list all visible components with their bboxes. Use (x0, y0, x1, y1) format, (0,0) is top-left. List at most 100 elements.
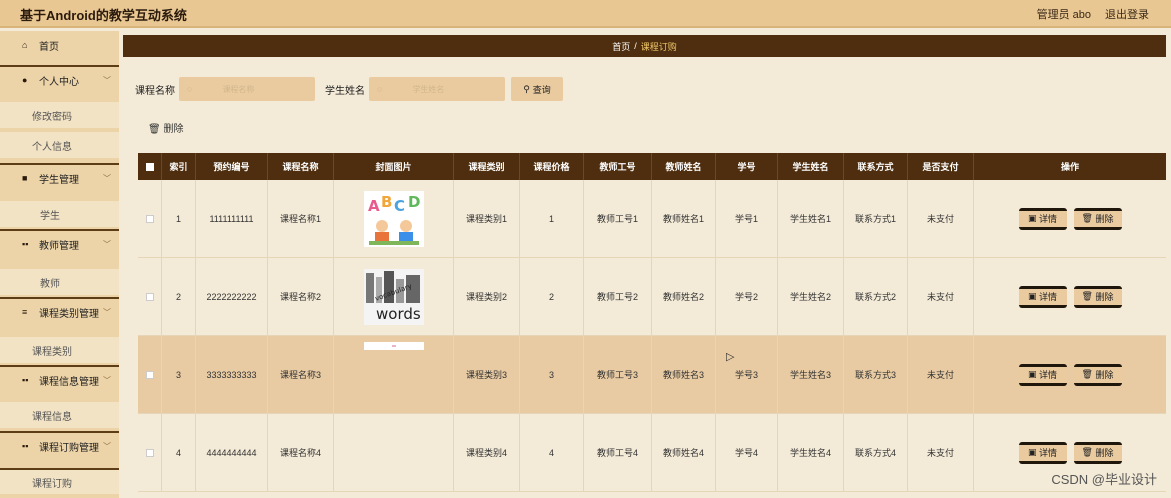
trash-icon: 🗑 (148, 124, 161, 135)
col-header: 索引 (162, 153, 196, 180)
bulk-delete-label: 删除 (163, 124, 184, 135)
col-header: 操作 (1060, 162, 1079, 172)
cell-price: 2 (520, 258, 584, 335)
col-header: 预约编号 (196, 153, 268, 180)
cell-cover: A B C D (334, 180, 454, 257)
course-name-input[interactable]: ○ 课程名称 (179, 77, 315, 101)
col-header: 联系方式 (844, 153, 908, 180)
query-button[interactable]: ⚲ 查询 (511, 77, 563, 101)
course-name-label: 课程名称 (135, 85, 175, 97)
student-name-input[interactable]: ○ 学生姓名 (369, 77, 505, 101)
cell-category: 课程类别1 (454, 180, 520, 257)
detail-button[interactable]: ▣ 详情 (1018, 363, 1067, 386)
sidebar-label: 教师管理 (39, 240, 79, 252)
sidebar-item-personal-info[interactable]: 个人信息 (0, 132, 119, 158)
select-all-checkbox[interactable] (138, 153, 162, 180)
sidebar-label: 教师 (40, 278, 60, 290)
cell-order-no: 1111111111 (196, 180, 268, 257)
cell-teacher: 教师姓名3 (652, 336, 716, 413)
col-header: 封面图片 (334, 153, 454, 180)
row-checkbox[interactable] (138, 180, 162, 257)
cell-price: 4 (520, 414, 584, 491)
row-checkbox[interactable] (138, 414, 162, 491)
cell-teacher: 教师姓名4 (652, 414, 716, 491)
cover-letter-b: B (381, 193, 392, 211)
cell-paid: 未支付 (908, 180, 974, 257)
detail-button[interactable]: ▣ 详情 (1018, 285, 1067, 308)
detail-icon: ▣ (1027, 447, 1037, 457)
search-icon: ⚲ (523, 83, 530, 94)
sidebar-item-teacher[interactable]: 教师 (0, 269, 119, 295)
delete-button[interactable]: 🗑 删除 (1073, 285, 1122, 308)
delete-button[interactable]: 🗑 删除 (1073, 441, 1122, 464)
chevron-down-icon: ﹀ (103, 441, 111, 451)
detail-button[interactable]: ▣ 详情 (1018, 207, 1067, 230)
table-row[interactable]: 3 3333333333 课程名称3 课程类别3 3 教师工号3 教师姓名3 学… (138, 336, 1166, 414)
grid-icon: ▪▪ (22, 441, 29, 451)
cell-actions: ▣ 详情 🗑 删除 (974, 180, 1166, 257)
breadcrumb-separator: / (634, 41, 637, 51)
cell-paid: 未支付 (908, 336, 974, 413)
sidebar-label: 课程类别 (32, 346, 72, 358)
table-row[interactable]: 4 4444444444 课程名称4 课程类别4 4 教师工号4 教师姓名4 学… (138, 414, 1166, 492)
cell-teacher: 教师姓名2 (652, 258, 716, 335)
table-row[interactable]: 2 2222222222 课程名称2 vocabulary words 课程类别… (138, 258, 1166, 336)
logout-link[interactable]: 退出登录 (1105, 6, 1149, 22)
row-checkbox[interactable] (138, 258, 162, 335)
cover-letter-a: A (368, 197, 380, 215)
cell-student: 学生姓名3 (778, 336, 844, 413)
detail-button[interactable]: ▣ 详情 (1018, 441, 1067, 464)
col-header: 学号 (716, 153, 778, 180)
sidebar-item-course-order[interactable]: 课程订购 (0, 468, 119, 494)
sidebar-item-teacher-mgmt[interactable]: ▪▪ 教师管理 ﹀ (0, 229, 119, 257)
detail-label: 详情 (1039, 370, 1058, 380)
cell-teacher: 教师姓名1 (652, 180, 716, 257)
cell-index: 4 (162, 414, 196, 491)
cell-course: 课程名称3 (268, 336, 334, 413)
row-checkbox[interactable] (138, 336, 162, 413)
cell-student: 学生姓名1 (778, 180, 844, 257)
search-bar: 课程名称 ○ 课程名称 学生姓名 ○ 学生姓名 ⚲ 查询 (135, 77, 563, 101)
col-header: 课程类别 (454, 153, 520, 180)
sidebar-item-course-cat[interactable]: 课程类别 (0, 337, 119, 363)
cell-contact: 联系方式1 (844, 180, 908, 257)
delete-button[interactable]: 🗑 删除 (1073, 363, 1122, 386)
cell-contact: 联系方式3 (844, 336, 908, 413)
chevron-down-icon: ﹀ (103, 375, 111, 385)
breadcrumb-home[interactable]: 首页 (612, 40, 630, 53)
breadcrumb: 首页 / 课程订购 (123, 35, 1166, 57)
sidebar-item-course-info-mgmt[interactable]: ▪▪ 课程信息管理 ﹀ (0, 365, 119, 393)
bulk-delete-button[interactable]: 🗑 删除 (148, 120, 183, 135)
search-icon: ○ (377, 84, 383, 94)
cell-teacher-no: 教师工号2 (584, 258, 652, 335)
cell-order-no: 4444444444 (196, 414, 268, 491)
cell-student-no: 学号2 (716, 258, 778, 335)
delete-button[interactable]: 🗑 删除 (1073, 207, 1122, 230)
sidebar-item-course-info[interactable]: 课程信息 (0, 402, 119, 428)
chevron-down-icon: ﹀ (103, 75, 111, 85)
sidebar-item-course-cat-mgmt[interactable]: ≡ 课程类别管理 ﹀ (0, 297, 119, 325)
cell-contact: 联系方式4 (844, 414, 908, 491)
cell-price: 1 (520, 180, 584, 257)
sidebar-item-student-mgmt[interactable]: ■ 学生管理 ﹀ (0, 163, 119, 191)
sidebar-item-home[interactable]: ⌂ 首页 (0, 31, 119, 59)
cover-letter-d: D (408, 193, 420, 211)
sidebar-label: 修改密码 (32, 111, 72, 123)
sidebar-item-student[interactable]: 学生 (0, 201, 119, 227)
student-name-label: 学生姓名 (325, 85, 365, 97)
detail-label: 详情 (1039, 214, 1058, 224)
trash-icon: 🗑 (1081, 447, 1093, 457)
search-icon: ○ (187, 84, 193, 94)
sidebar-label: 首页 (39, 41, 59, 53)
sidebar: ⌂ 首页 ● 个人中心 ﹀ 修改密码 个人信息 ■ 学生管理 ﹀ 学生 ▪▪ 教师管理 ﹀ 教… (0, 31, 119, 498)
detail-icon: ▣ (1027, 291, 1037, 301)
sidebar-label: 课程信息管理 (39, 376, 99, 388)
cell-paid: 未支付 (908, 414, 974, 491)
sidebar-item-personal[interactable]: ● 个人中心 ﹀ (0, 65, 119, 93)
sidebar-item-change-password[interactable]: 修改密码 (0, 102, 119, 128)
table-row[interactable]: 1 1111111111 课程名称1 A B C D 课程类别1 1 教师工号1… (138, 180, 1166, 258)
current-user: 管理员 abo (1036, 9, 1091, 21)
sidebar-item-course-order-mgmt[interactable]: ▪▪ 课程订购管理 ﹀ (0, 431, 119, 459)
breadcrumb-current: 课程订购 (640, 41, 677, 52)
sidebar-label: 课程订购管理 (39, 442, 99, 454)
